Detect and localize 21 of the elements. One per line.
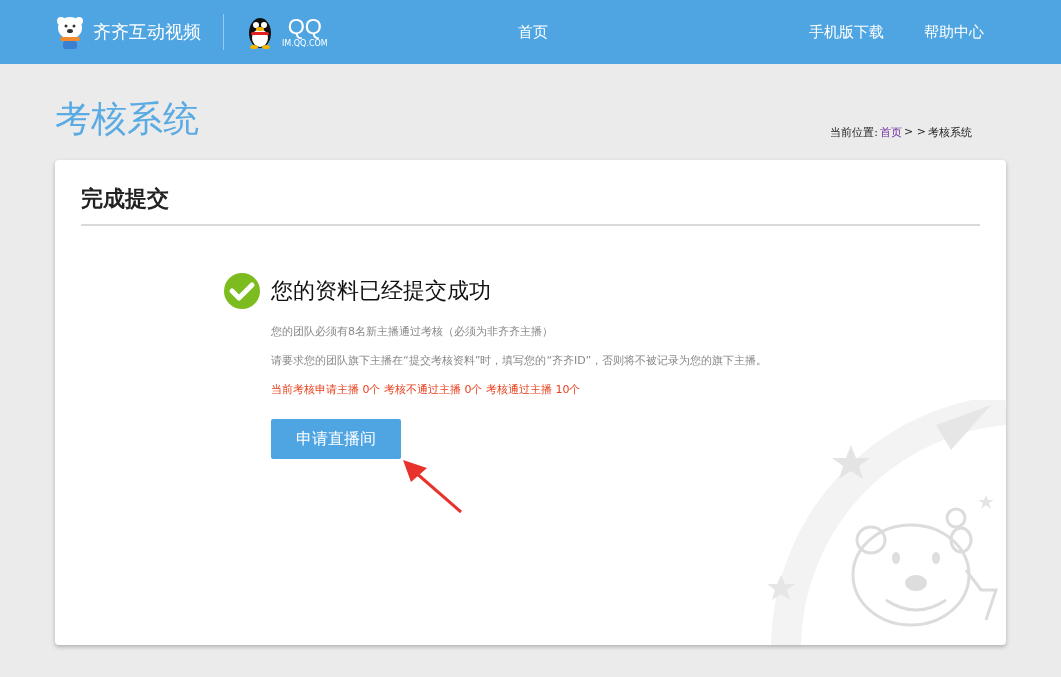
stats-text: 当前考核申请主播 0个 考核不通过主播 0个 考核通过主播 10个 bbox=[271, 382, 582, 397]
nav-link[interactable]: 手机版下载 bbox=[809, 22, 884, 42]
hint-text: 请要求您的团队旗下主播在“提交考核资料”时，填写您的“齐齐ID”，否则将不被记录为您的旗下主播。 bbox=[271, 353, 769, 368]
breadcrumb-current: 考核系统 bbox=[928, 125, 972, 140]
success-message: 您的资料已经提交成功 bbox=[271, 277, 491, 305]
pointer-arrow-icon bbox=[401, 458, 463, 514]
qq-logo-text: QQ bbox=[287, 16, 322, 38]
qq-domain-text: IM.QQ.COM bbox=[282, 40, 328, 48]
card-title: 完成提交 bbox=[81, 160, 980, 226]
breadcrumb-link[interactable]: 首页 bbox=[880, 125, 903, 140]
bear-logo-icon bbox=[55, 14, 85, 50]
brand-name: 齐齐互动视频 bbox=[93, 20, 201, 44]
penguin-logo-icon bbox=[246, 15, 274, 49]
breadcrumb-label: 当前位置: bbox=[830, 125, 879, 140]
hint-text: 您的团队必须有8名新主播通过考核（必须为非齐齐主播） bbox=[271, 324, 554, 339]
nav-link[interactable]: 首页 bbox=[517, 22, 548, 42]
nav-link[interactable]: 帮助中心 bbox=[924, 22, 984, 42]
breadcrumb-separator: > > bbox=[904, 125, 926, 140]
page-title: 考核系统 bbox=[55, 97, 199, 141]
apply-live-room-button[interactable]: 申请直播间 bbox=[271, 419, 401, 459]
success-check-icon bbox=[223, 272, 261, 310]
